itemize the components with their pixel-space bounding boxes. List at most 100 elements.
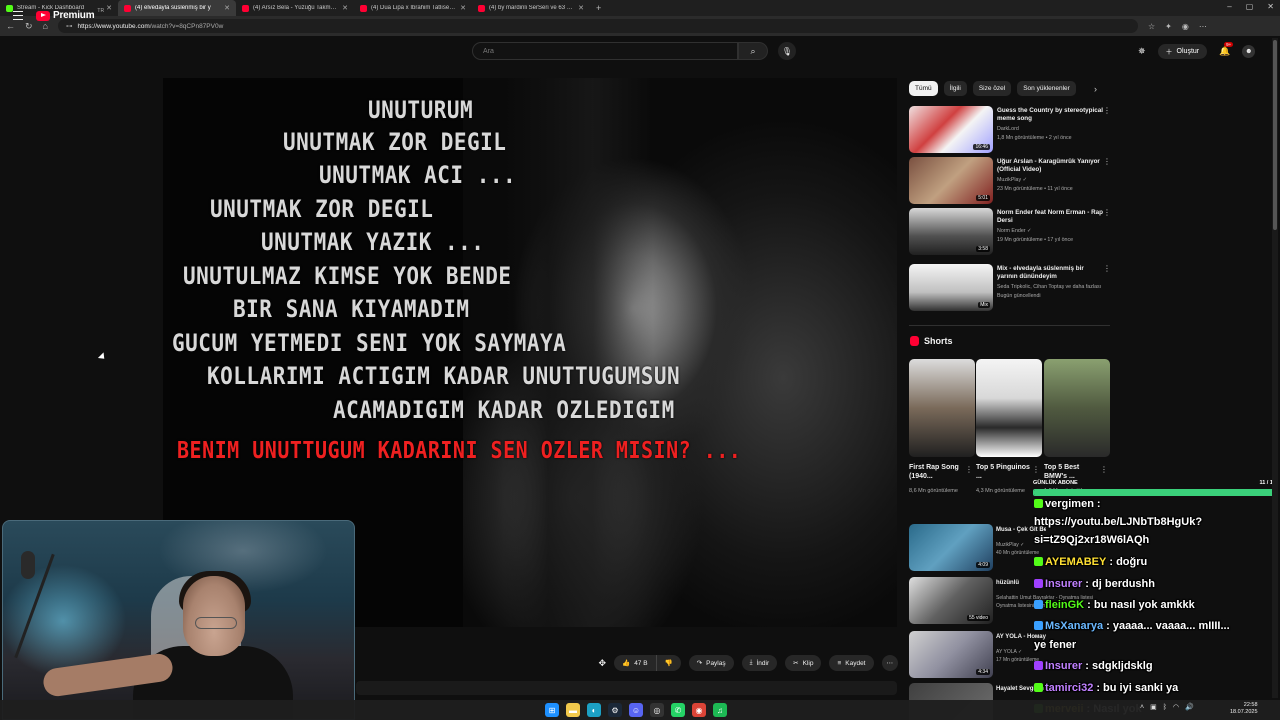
- more-vert-icon[interactable]: ⋮: [1100, 465, 1108, 474]
- video-title[interactable]: Guess the Country by stereotypical meme …: [997, 107, 1105, 123]
- file-explorer-icon[interactable]: ▬: [566, 703, 580, 717]
- video-thumbnail[interactable]: 4:09: [909, 524, 993, 571]
- recommended-video[interactable]: 55 video hüzünlü Selahattin Umut Bayraktar…: [909, 577, 1093, 625]
- chevron-right-icon[interactable]: ›: [1094, 84, 1097, 94]
- url-field[interactable]: ⊶ https://www.youtube.com/watch?v=8qCPn8…: [57, 19, 1138, 33]
- browser-tab[interactable]: (4) Arsız Bela - Yüzüğü Takmış Eri ✕: [236, 0, 354, 16]
- short-title[interactable]: Top 5 Pinguinos ...: [976, 463, 1036, 481]
- back-icon[interactable]: ←: [6, 21, 15, 31]
- more-vert-icon[interactable]: ⋮: [1103, 264, 1111, 273]
- dislike-button[interactable]: 👎: [656, 655, 681, 671]
- tab-close-icon[interactable]: ✕: [106, 4, 112, 12]
- description-box[interactable]: [356, 681, 897, 695]
- logo-text: Premium: [53, 10, 95, 21]
- edge-icon[interactable]: ◐: [587, 703, 601, 717]
- home-icon[interactable]: ⌂: [43, 21, 48, 31]
- more-vert-icon[interactable]: ⋮: [1032, 465, 1040, 474]
- recommended-video[interactable]: 16:46 Guess the Country by stereotypical …: [909, 106, 1114, 156]
- short-title[interactable]: Top 5 Best BMW's ...: [1044, 463, 1104, 481]
- clip-button[interactable]: ✂ Klip: [785, 655, 822, 671]
- video-thumbnail[interactable]: 4:34: [909, 631, 993, 678]
- filter-chip[interactable]: Son yüklenenler: [1017, 81, 1076, 96]
- short-thumbnail[interactable]: [909, 359, 975, 457]
- search-input[interactable]: Ara: [472, 42, 738, 60]
- browser-tab[interactable]: (4) by mardinli SerSeri ve 63 style ✕: [472, 0, 590, 16]
- create-button[interactable]: ＋ Oluştur: [1157, 44, 1208, 59]
- filter-chip[interactable]: İlgili: [943, 81, 967, 96]
- video-thumbnail[interactable]: 5:01: [909, 157, 993, 204]
- more-vert-icon[interactable]: ⋮: [1103, 106, 1111, 115]
- account-avatar[interactable]: ☻: [1242, 45, 1256, 58]
- video-thumbnail[interactable]: 16:46: [909, 106, 993, 153]
- share-button[interactable]: ↷ Paylaş: [688, 655, 734, 671]
- tray-app-icon[interactable]: ▣: [1150, 703, 1157, 711]
- channel-name[interactable]: DarkLord: [997, 126, 1019, 132]
- maximize-icon[interactable]: ▢: [1246, 2, 1254, 11]
- chrome-icon[interactable]: ◉: [692, 703, 706, 717]
- filter-chip[interactable]: Size özel: [972, 81, 1012, 96]
- recommended-video[interactable]: 4:34AY YOLA - Номау (Премьера клипа 2025…: [909, 631, 1046, 679]
- browser-tab[interactable]: (4) Dua Lipa x İbrahim Tatlıses - D ✕: [354, 0, 472, 16]
- like-button[interactable]: 👍 47 B: [614, 655, 657, 671]
- video-thumbnail[interactable]: 55 video: [909, 577, 993, 624]
- tab-close-icon[interactable]: ✕: [342, 4, 348, 12]
- video-thumbnail[interactable]: 3:58: [909, 208, 993, 255]
- new-tab-button[interactable]: +: [590, 3, 607, 13]
- recommended-video[interactable]: 3:58 Norm Ender feat Norm Erman - Rap Der…: [909, 208, 1114, 258]
- taskbar-clock[interactable]: 22:58 18.07.2025: [1230, 702, 1258, 716]
- channel-name[interactable]: Seda Tripkolic, Cihan Toptaş ve daha faz…: [997, 284, 1101, 290]
- channel-name[interactable]: MuzikPlay ✓: [996, 542, 1024, 548]
- site-info-icon[interactable]: ⊶: [66, 22, 73, 30]
- browser-tab[interactable]: (4) elvedayla süslenmiş bir y ✕: [118, 0, 236, 16]
- channel-name[interactable]: Norm Ender ✓: [997, 228, 1031, 234]
- tab-title: (4) Arsız Bela - Yüzüğü Takmış Eri: [253, 5, 339, 11]
- volume-icon[interactable]: 🔊: [1185, 703, 1194, 711]
- save-button[interactable]: ≡ Kaydet: [829, 655, 874, 671]
- windows-start-icon[interactable]: ⊞: [545, 703, 559, 717]
- more-vert-icon[interactable]: ⋮: [1103, 157, 1111, 166]
- tab-close-icon[interactable]: ✕: [578, 4, 584, 12]
- short-thumbnail[interactable]: [976, 359, 1042, 457]
- spotify-icon[interactable]: ♫: [713, 703, 727, 717]
- more-vert-icon[interactable]: ⋮: [1103, 208, 1111, 217]
- close-window-icon[interactable]: ✕: [1267, 2, 1274, 11]
- channel-name[interactable]: MuzikPlay ✓: [997, 177, 1027, 183]
- ai-sparkle-icon[interactable]: ✥: [599, 658, 607, 669]
- more-vert-icon[interactable]: ⋮: [965, 465, 973, 474]
- video-title[interactable]: Norm Ender feat Norm Erman - Rap Dersi: [997, 209, 1105, 225]
- discord-icon[interactable]: ☺: [629, 703, 643, 717]
- video-title[interactable]: Uğur Arslan - Karagümrük Yanıyor (Offici…: [997, 158, 1105, 174]
- short-title[interactable]: First Rap Song (1940...: [909, 463, 969, 481]
- menu-icon[interactable]: [13, 11, 23, 20]
- video-title[interactable]: Mix - elvedayla süslenmiş bir yarının dü…: [997, 265, 1105, 281]
- menu-dots-icon[interactable]: ⋯: [1199, 22, 1207, 31]
- scrollbar-thumb[interactable]: [1273, 40, 1277, 230]
- tray-chevron-icon[interactable]: ˄: [1140, 704, 1144, 711]
- filter-chip[interactable]: Tümü: [909, 81, 938, 96]
- recommended-video[interactable]: 5:01 Uğur Arslan - Karagümrük Yanıyor (Of…: [909, 157, 1114, 207]
- minimize-icon[interactable]: –: [1227, 2, 1231, 11]
- bluetooth-icon[interactable]: ᛒ: [1163, 704, 1167, 711]
- cast-icon[interactable]: ✵: [1138, 46, 1146, 57]
- youtube-logo[interactable]: Premium TR: [36, 8, 104, 21]
- bookmark-star-icon[interactable]: ☆: [1148, 22, 1155, 31]
- video-thumbnail[interactable]: Mix: [909, 264, 993, 311]
- extensions-icon[interactable]: ✦: [1165, 22, 1172, 31]
- reload-icon[interactable]: ↻: [25, 21, 33, 32]
- profile-icon[interactable]: ◉: [1182, 22, 1189, 31]
- recommended-video[interactable]: 4:09Musa - Çek Git Bebeğim (Official Vid…: [909, 524, 1046, 572]
- channel-name[interactable]: AY YOLA ✓: [996, 649, 1022, 655]
- short-thumbnail[interactable]: [1044, 359, 1110, 457]
- wifi-icon[interactable]: ◠: [1173, 703, 1179, 711]
- recommended-video[interactable]: Mix Mix - elvedayla süslenmiş bir yarının…: [909, 264, 1114, 314]
- steam-icon[interactable]: ⚙: [608, 703, 622, 717]
- voice-search-button[interactable]: 🎙: [778, 42, 796, 60]
- tab-close-icon[interactable]: ✕: [460, 4, 466, 12]
- whatsapp-icon[interactable]: ✆: [671, 703, 685, 717]
- search-button[interactable]: ⌕: [738, 42, 768, 60]
- more-actions-button[interactable]: ⋯: [881, 655, 898, 671]
- download-button[interactable]: ⤓ İndir: [741, 655, 778, 671]
- tab-close-icon[interactable]: ✕: [224, 4, 230, 12]
- notifications-button[interactable]: 🔔 9+: [1219, 42, 1234, 57]
- obs-icon[interactable]: ◎: [650, 703, 664, 717]
